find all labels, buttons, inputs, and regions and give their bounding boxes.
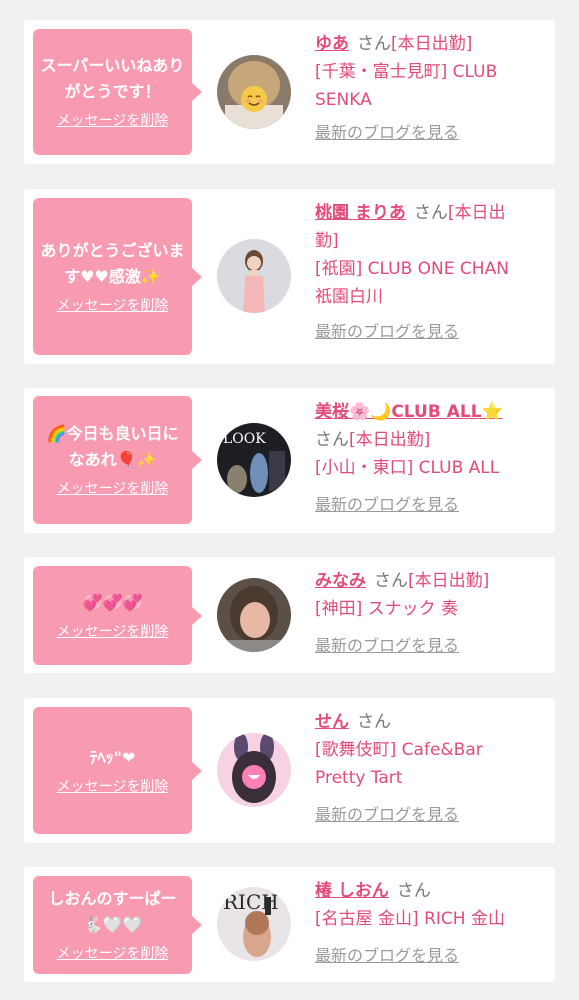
delete-message-link[interactable]: メッセージを削除 <box>57 944 169 964</box>
message-card: ありがとうございます♥♥感激✨ メッセージを削除 桃園 まりあ さん[本日出 勤]… <box>24 189 555 364</box>
message-text: ﾃﾍｯ"❤ <box>89 747 136 767</box>
message-card: 💞💞💞 メッセージを削除 みなみ さん[本日出勤] [神田] スナック 奏 最新の… <box>24 557 555 673</box>
sender-name-link[interactable]: 桃園 まりあ <box>315 203 406 223</box>
shop-text: [神田] スナック 奏 <box>315 599 459 619</box>
message-list: スーパーいいねありがとうです！ メッセージを削除 ゆあ さん[本日出勤] [千葉・… <box>0 0 579 1000</box>
message-card: ﾃﾍｯ"❤ メッセージを削除 せん さん [歌舞伎町] Cafe&Bar Pret… <box>24 698 555 843</box>
view-blog-link[interactable]: 最新のブログを見る <box>315 321 541 343</box>
status-text: 勤] <box>315 231 339 251</box>
shop-text: [小山・東口] CLUB ALL <box>315 458 500 478</box>
magazine-cover-avatar-icon: RICH <box>217 887 291 961</box>
honorific: さん <box>357 712 391 732</box>
avatar[interactable]: LOOK <box>217 423 291 497</box>
message-bubble: ありがとうございます♥♥感激✨ メッセージを削除 <box>33 198 202 355</box>
honorific: さん <box>396 881 431 901</box>
delete-message-link[interactable]: メッセージを削除 <box>57 296 169 316</box>
avatar[interactable]: RICH <box>217 887 291 961</box>
view-blog-link[interactable]: 最新のブログを見る <box>315 804 541 826</box>
view-blog-link[interactable]: 最新のブログを見る <box>315 494 541 516</box>
sender-info: みなみ さん[本日出勤] [神田] スナック 奏 最新のブログを見る <box>315 567 541 657</box>
message-bubble: しおんのすーぱー🐇🤍🤍 メッセージを削除 <box>33 876 202 974</box>
delete-message-link[interactable]: メッセージを削除 <box>57 622 169 642</box>
shop-text: 祇園白川 <box>315 287 383 307</box>
view-blog-link[interactable]: 最新のブログを見る <box>315 635 541 657</box>
woman-selfie-avatar-icon <box>217 578 291 652</box>
message-text: しおんのすーぱー🐇🤍🤍 <box>48 889 177 934</box>
status-text: [本日出勤] <box>349 430 431 450</box>
shop-text: Pretty Tart <box>315 768 403 788</box>
message-text: 💞💞💞 <box>82 592 143 612</box>
sender-info: 椿 しおん さん [名古屋 金山] RICH 金山 最新のブログを見る <box>315 877 541 967</box>
sender-info: 桃園 まりあ さん[本日出 勤] [祇園] CLUB ONE CHAN 祇園白川 … <box>315 199 541 343</box>
sender-info: ゆあ さん[本日出勤] [千葉・富士見町] CLUB SENKA 最新のブログを見… <box>315 30 541 144</box>
honorific: さん <box>413 203 448 223</box>
sender-name-link[interactable]: 椿 しおん <box>315 881 389 901</box>
avatar[interactable] <box>217 578 291 652</box>
avatar[interactable] <box>217 733 291 807</box>
sender-name-link[interactable]: 美桜🌸🌙CLUB ALL⭐ <box>315 402 503 422</box>
view-blog-link[interactable]: 最新のブログを見る <box>315 122 541 144</box>
view-blog-link[interactable]: 最新のブログを見る <box>315 945 541 967</box>
message-bubble: 💞💞💞 メッセージを削除 <box>33 566 202 665</box>
avatar[interactable] <box>217 55 291 129</box>
girl-avatar-emoji-cover-icon <box>217 55 291 129</box>
shop-text: [名古屋 金山] RICH 金山 <box>315 909 505 929</box>
bunny-ears-avatar-icon <box>217 733 291 807</box>
sender-info: せん さん [歌舞伎町] Cafe&Bar Pretty Tart 最新のブログを… <box>315 708 541 826</box>
message-card: スーパーいいねありがとうです！ メッセージを削除 ゆあ さん[本日出勤] [千葉・… <box>24 20 555 164</box>
sender-name-link[interactable]: せん <box>315 712 349 732</box>
message-card: 🌈今日も良い日になあれ🎈✨ メッセージを削除 LOOK 美桜🌸🌙CLUB ALL… <box>24 388 555 533</box>
delete-message-link[interactable]: メッセージを削除 <box>57 111 169 131</box>
shop-text: [歌舞伎町] Cafe&Bar <box>315 740 483 760</box>
woman-portrait-avatar-icon <box>217 239 291 313</box>
shop-text: [千葉・富士見町] CLUB <box>315 62 498 82</box>
avatar[interactable] <box>217 239 291 313</box>
status-text: [本日出勤] <box>391 34 473 54</box>
message-bubble: スーパーいいねありがとうです！ メッセージを削除 <box>33 29 202 155</box>
look-sign-avatar-icon: LOOK <box>217 423 291 497</box>
status-text: [本日出勤] <box>408 571 490 591</box>
delete-message-link[interactable]: メッセージを削除 <box>57 777 169 797</box>
honorific: さん <box>357 34 391 54</box>
shop-text: SENKA <box>315 90 372 110</box>
honorific: さん <box>315 430 349 450</box>
message-card: しおんのすーぱー🐇🤍🤍 メッセージを削除 RICH 椿 しおん さん [名古屋 金… <box>24 867 555 982</box>
sender-info: 美桜🌸🌙CLUB ALL⭐ さん[本日出勤] [小山・東口] CLUB ALL … <box>315 398 541 516</box>
message-text: ありがとうございます♥♥感激✨ <box>40 240 185 286</box>
sender-name-link[interactable]: ゆあ <box>315 34 349 54</box>
message-text: 🌈今日も良い日になあれ🎈✨ <box>46 424 179 469</box>
honorific: さん <box>374 571 408 591</box>
message-bubble: 🌈今日も良い日になあれ🎈✨ メッセージを削除 <box>33 396 202 524</box>
message-bubble: ﾃﾍｯ"❤ メッセージを削除 <box>33 707 202 834</box>
message-text: スーパーいいねありがとうです！ <box>40 56 185 101</box>
sender-name-link[interactable]: みなみ <box>315 571 366 591</box>
shop-text: [祇園] CLUB ONE CHAN <box>315 259 509 279</box>
svg-text:LOOK: LOOK <box>223 431 266 447</box>
delete-message-link[interactable]: メッセージを削除 <box>57 479 169 499</box>
status-text: [本日出 <box>447 203 506 223</box>
